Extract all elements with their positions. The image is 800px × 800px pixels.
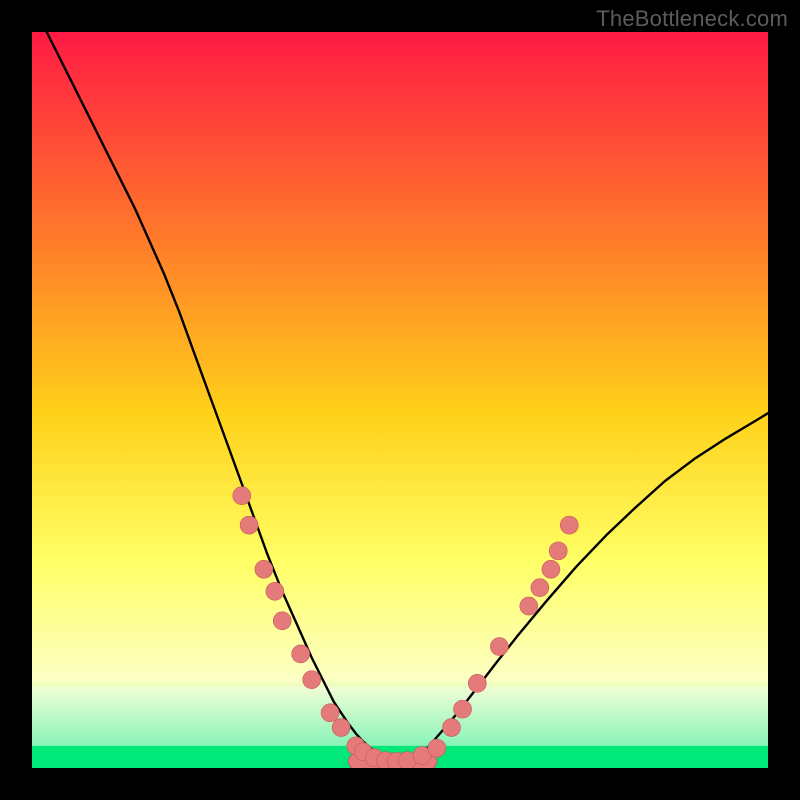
bottleneck-chart <box>32 32 768 768</box>
watermark-text: TheBottleneck.com <box>596 6 788 32</box>
chart-svg <box>32 32 768 768</box>
app-frame: TheBottleneck.com <box>0 0 800 800</box>
